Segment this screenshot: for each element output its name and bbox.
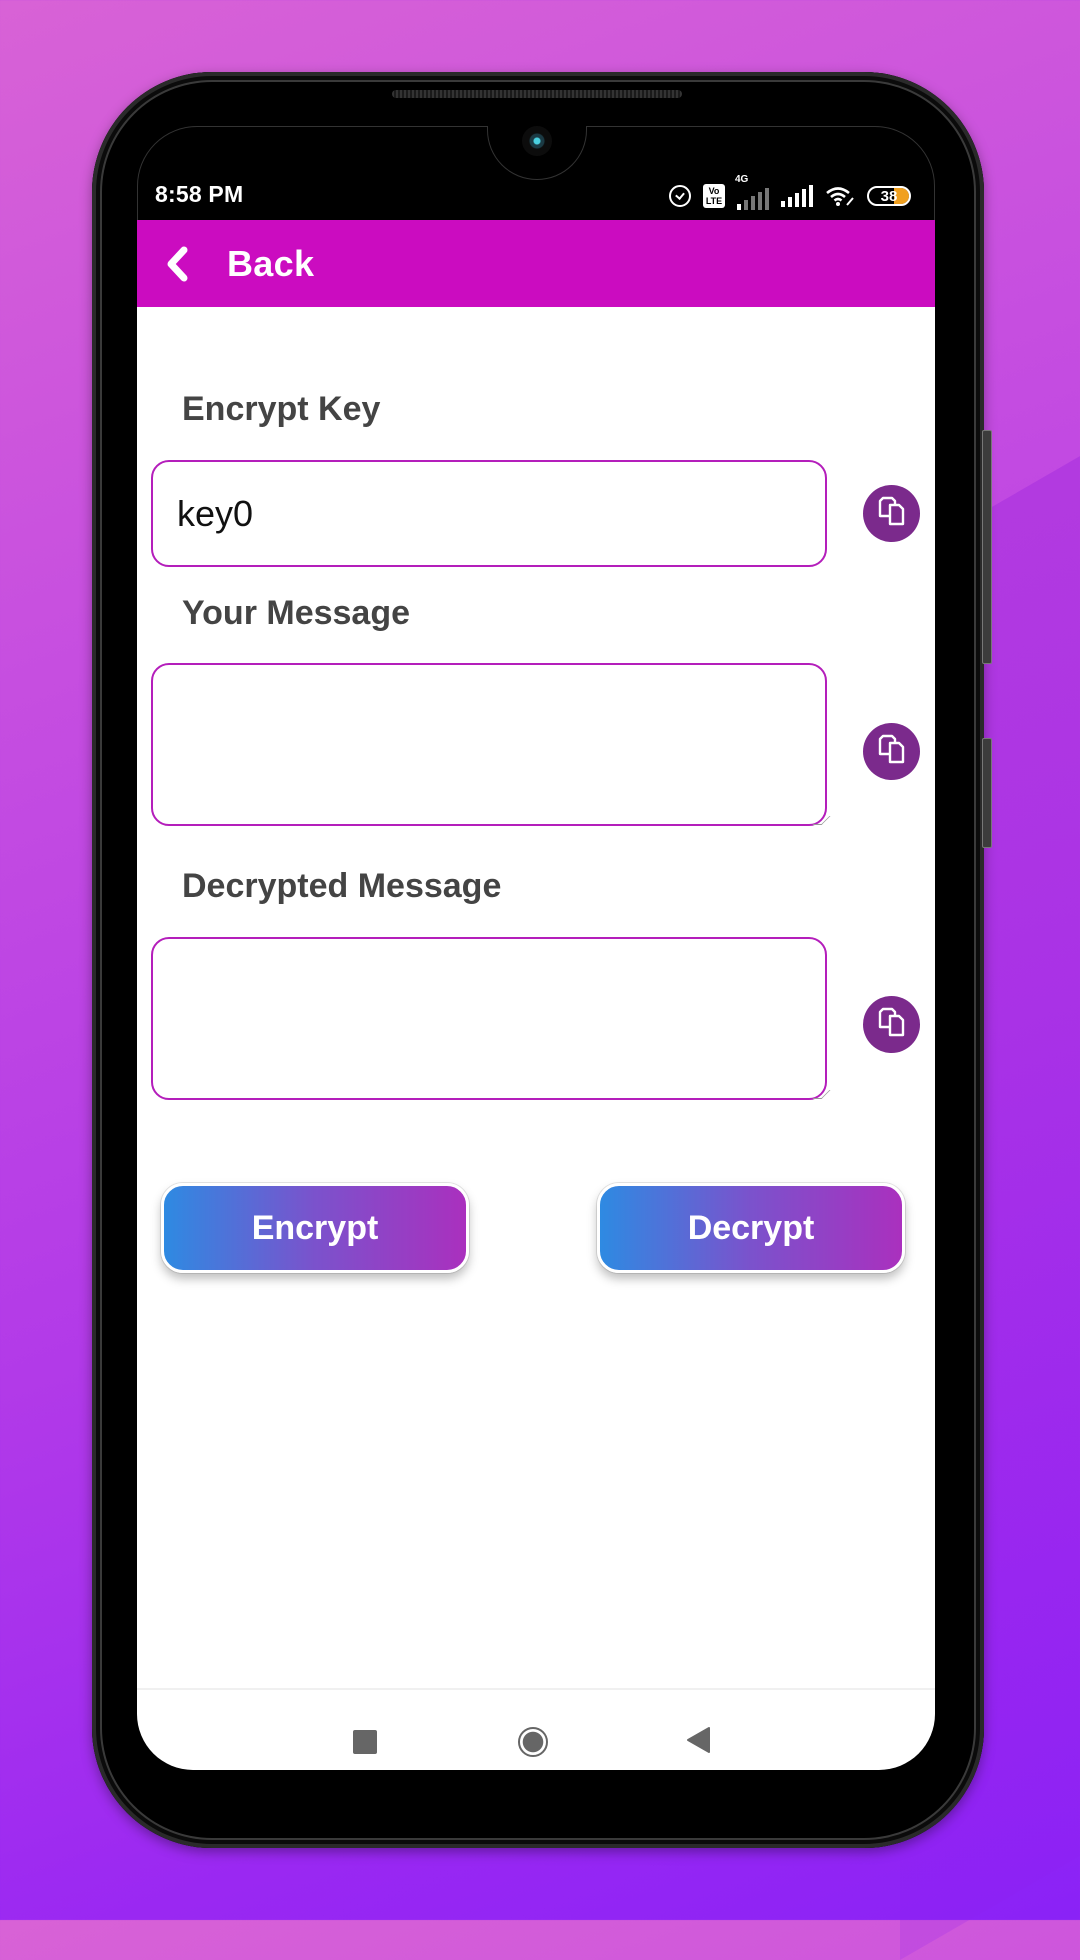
volte-bottom-label: LTE [705, 196, 723, 206]
recents-button[interactable] [347, 1724, 383, 1760]
network-type-label: 4G [735, 174, 749, 185]
recents-square-icon [353, 1730, 377, 1754]
earpiece-speaker [392, 90, 682, 98]
alarm-icon [669, 185, 691, 207]
home-button[interactable] [515, 1724, 551, 1760]
copy-icon [875, 494, 909, 533]
back-nav-button[interactable] [680, 1724, 716, 1760]
status-time: 8:58 PM [155, 181, 244, 207]
encrypt-key-input[interactable] [151, 460, 827, 567]
volte-top-label: Vo [708, 186, 720, 196]
copy-icon [875, 1005, 909, 1044]
copy-decrypted-message-button[interactable] [863, 996, 920, 1053]
status-icons: Vo LTE 4G 38 [669, 174, 911, 210]
volte-icon: Vo LTE [703, 184, 725, 208]
battery-icon: 38 [867, 186, 911, 206]
your-message-label: Your Message [182, 594, 411, 632]
wifi-icon [825, 185, 855, 207]
decrypt-button[interactable]: Decrypt [597, 1183, 905, 1273]
battery-level: 38 [880, 187, 898, 205]
app-screen: Back Encrypt Key Your Message Decrypted … [137, 220, 935, 1770]
copy-encrypt-key-button[interactable] [863, 485, 920, 542]
front-camera [522, 126, 552, 156]
signal-4g-icon: 4G [735, 174, 769, 210]
copy-your-message-button[interactable] [863, 723, 920, 780]
app-bar: Back [137, 220, 935, 307]
home-circle-icon [518, 1727, 548, 1757]
power-button [982, 738, 992, 848]
status-bar: 8:58 PM Vo LTE 4G 38 [137, 174, 935, 220]
decrypted-message-textarea[interactable] [151, 937, 827, 1100]
back-button[interactable]: Back [137, 220, 314, 307]
your-message-textarea[interactable] [151, 663, 827, 826]
decrypted-message-label: Decrypted Message [182, 867, 502, 905]
copy-icon [875, 732, 909, 771]
back-triangle-icon [685, 1726, 711, 1759]
back-label: Back [227, 242, 315, 284]
encrypt-key-label: Encrypt Key [182, 390, 381, 428]
signal-icon [781, 185, 813, 207]
volume-button [982, 430, 992, 664]
system-nav-bar [137, 1690, 935, 1770]
chevron-left-icon [159, 244, 195, 284]
encrypt-button[interactable]: Encrypt [161, 1183, 469, 1273]
